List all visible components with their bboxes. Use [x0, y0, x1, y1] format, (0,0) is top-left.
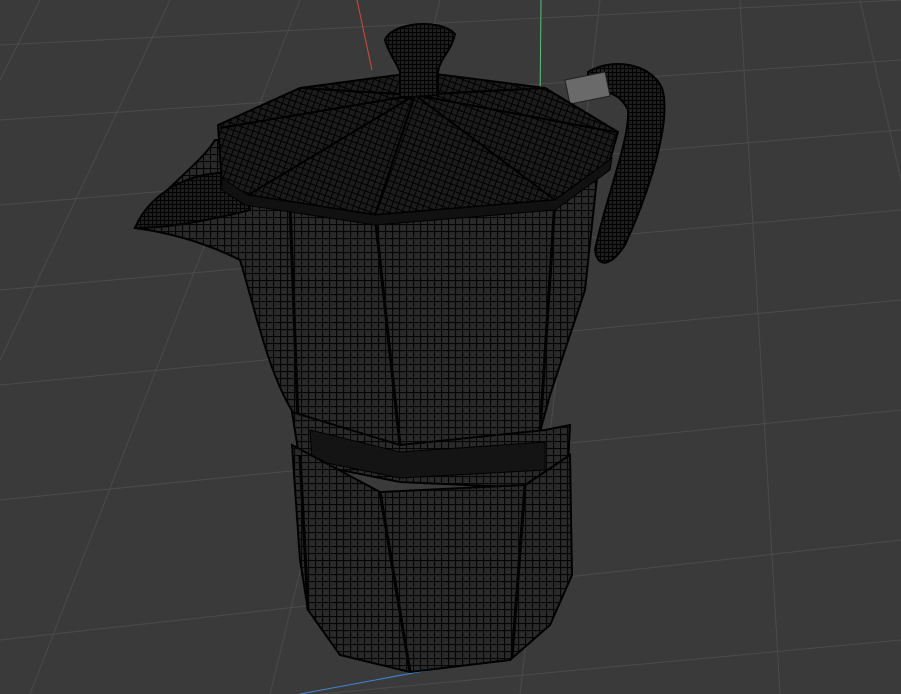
handle-bracket: [564, 71, 611, 105]
viewport-canvas[interactable]: [0, 0, 901, 694]
3d-viewport[interactable]: [0, 0, 901, 694]
x-axis-line: [356, 0, 373, 71]
